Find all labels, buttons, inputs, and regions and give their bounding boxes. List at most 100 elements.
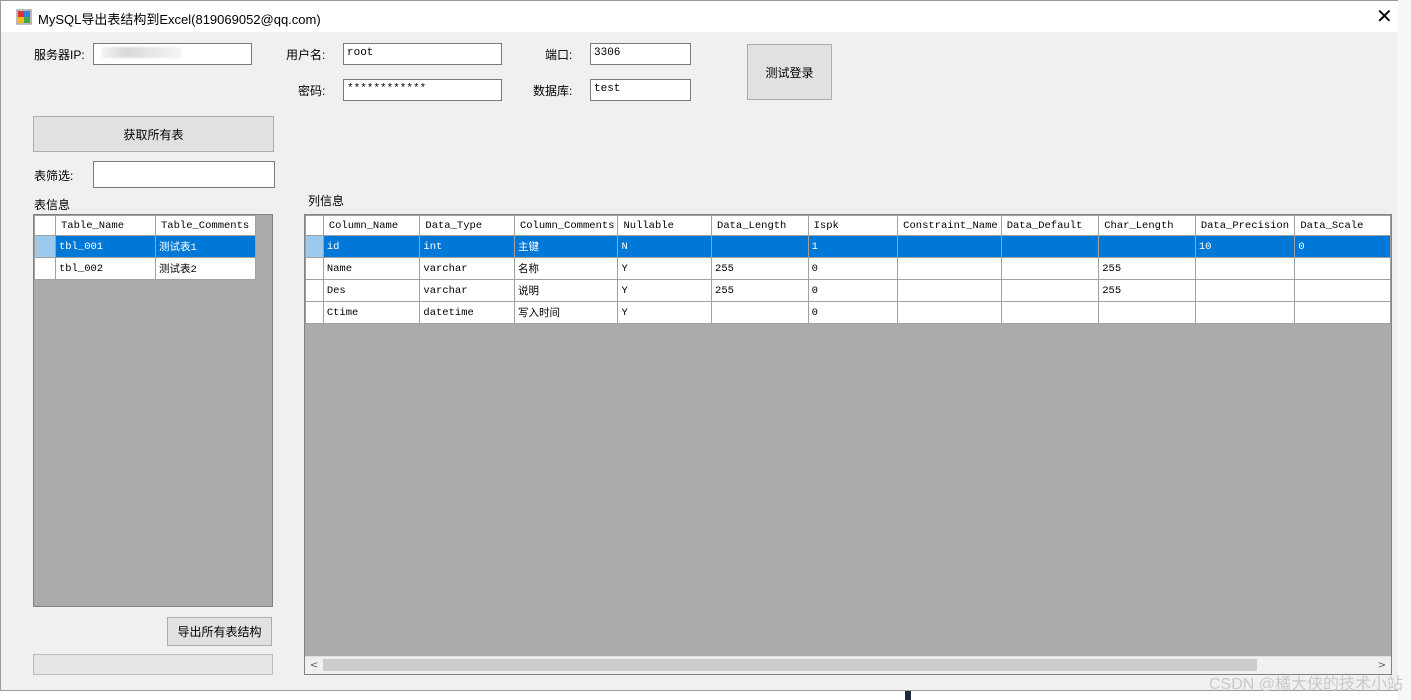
test-login-button[interactable]: 测试登录 [747, 44, 832, 100]
row-header[interactable] [305, 301, 324, 324]
table-cell[interactable] [1294, 301, 1391, 324]
table-cell[interactable] [1294, 257, 1391, 280]
table-cell[interactable]: 10 [1194, 235, 1296, 258]
background-strip [1398, 0, 1411, 700]
column-header[interactable]: Data_Default [1000, 215, 1100, 236]
row-header[interactable] [305, 279, 324, 302]
table-cell[interactable]: 写入时间 [513, 301, 619, 324]
column-header[interactable]: Char_Length [1098, 215, 1196, 236]
columns-table[interactable]: Column_Name Data_Type Column_Comments Nulla… [305, 215, 1391, 324]
table-cell[interactable]: id [322, 235, 421, 258]
tables-grid[interactable]: Table_Name Table_Comments tbl_001 测试表1 tbl_… [33, 214, 273, 607]
table-cell[interactable]: tbl_002 [55, 257, 156, 280]
table-cell[interactable]: Name [322, 257, 421, 280]
table-cell[interactable]: Y [617, 257, 713, 280]
table-cell[interactable] [1194, 279, 1296, 302]
table-cell[interactable]: 0 [807, 257, 899, 280]
password-input[interactable]: ************ [343, 79, 502, 101]
scroll-thumb[interactable] [323, 659, 1257, 671]
column-header[interactable]: Constraint_Name [897, 215, 1002, 236]
table-cell[interactable]: 0 [807, 279, 899, 302]
column-header[interactable]: Column_Comments [513, 215, 619, 236]
table-cell[interactable]: 0 [807, 301, 899, 324]
column-header[interactable]: Data_Scale [1294, 215, 1391, 236]
table-cell[interactable] [1000, 279, 1100, 302]
table-cell[interactable] [897, 235, 1002, 258]
watermark: CSDN @橘大侠的技术小站 [1208, 676, 1403, 693]
table-cell[interactable] [711, 301, 809, 324]
table-cell[interactable]: 测试表1 [155, 235, 256, 258]
column-header[interactable]: Data_Precision [1194, 215, 1296, 236]
table-filter-label: 表筛选: [34, 169, 74, 183]
table-cell[interactable] [1000, 301, 1100, 324]
table-row[interactable]: tbl_001 测试表1 [34, 235, 256, 258]
table-cell[interactable]: Y [617, 301, 713, 324]
table-row[interactable]: Des varchar 说明 Y 255 0 255 [305, 279, 1391, 302]
database-input[interactable]: test [590, 79, 691, 101]
table-cell[interactable] [897, 279, 1002, 302]
scroll-left-icon[interactable]: < [307, 659, 321, 673]
table-cell[interactable]: varchar [419, 257, 515, 280]
username-input[interactable]: root [343, 43, 502, 65]
column-header[interactable]: Table_Name [55, 215, 156, 236]
table-cell[interactable]: varchar [419, 279, 515, 302]
column-header[interactable]: Data_Type [419, 215, 515, 236]
table-cell[interactable]: 测试表2 [155, 257, 256, 280]
table-cell[interactable]: tbl_001 [55, 235, 156, 258]
table-cell[interactable]: 255 [1098, 279, 1196, 302]
table-cell[interactable]: 255 [1098, 257, 1196, 280]
table-cell[interactable] [1194, 257, 1296, 280]
table-cell[interactable]: Ctime [322, 301, 421, 324]
column-header[interactable]: Nullable [617, 215, 713, 236]
row-header[interactable] [34, 257, 56, 280]
table-cell[interactable] [1294, 279, 1391, 302]
row-header[interactable] [305, 235, 324, 258]
table-cell[interactable]: Des [322, 279, 421, 302]
table-cell[interactable] [1000, 235, 1100, 258]
table-cell[interactable]: datetime [419, 301, 515, 324]
table-cell[interactable]: 255 [711, 257, 809, 280]
table-row[interactable]: tbl_002 测试表2 [34, 257, 256, 280]
table-cell[interactable]: 名称 [513, 257, 619, 280]
row-header-corner[interactable] [305, 215, 324, 236]
get-all-tables-button[interactable]: 获取所有表 [33, 116, 274, 152]
table-cell[interactable]: 1 [807, 235, 899, 258]
username-label: 用户名: [286, 48, 326, 62]
table-cell[interactable] [897, 301, 1002, 324]
progress-bar [33, 654, 273, 675]
window-title: MySQL导出表结构到Excel(819069052@qq.com) [38, 12, 321, 27]
table-cell[interactable] [897, 257, 1002, 280]
table-cell[interactable]: 说明 [513, 279, 619, 302]
table-cell[interactable]: Y [617, 279, 713, 302]
table-cell[interactable] [1000, 257, 1100, 280]
table-cell[interactable] [1194, 301, 1296, 324]
column-header[interactable]: Table_Comments [155, 215, 256, 236]
close-icon[interactable]: ✕ [1376, 6, 1393, 26]
table-row[interactable]: Name varchar 名称 Y 255 0 255 [305, 257, 1391, 280]
table-cell[interactable]: 0 [1294, 235, 1391, 258]
table-cell[interactable]: 主键 [513, 235, 619, 258]
redacted-ip [102, 47, 182, 58]
server-ip-input[interactable] [93, 43, 252, 65]
table-row[interactable]: Ctime datetime 写入时间 Y 0 [305, 301, 1391, 324]
export-all-structures-button[interactable]: 导出所有表结构 [167, 617, 272, 646]
port-input[interactable]: 3306 [590, 43, 691, 65]
column-header[interactable]: Ispk [807, 215, 899, 236]
table-cell[interactable]: N [617, 235, 713, 258]
table-row[interactable]: id int 主键 N 1 10 0 [305, 235, 1391, 258]
table-filter-input[interactable] [93, 161, 275, 188]
password-label: 密码: [298, 84, 326, 98]
columns-section-label: 列信息 [308, 194, 345, 208]
row-header-corner[interactable] [34, 215, 56, 236]
column-header[interactable]: Data_Length [711, 215, 809, 236]
table-cell[interactable] [1098, 235, 1196, 258]
columns-grid[interactable]: Column_Name Data_Type Column_Comments Nulla… [304, 214, 1392, 675]
row-header[interactable] [305, 257, 324, 280]
column-header[interactable]: Column_Name [322, 215, 421, 236]
table-cell[interactable]: int [419, 235, 515, 258]
table-cell[interactable] [711, 235, 809, 258]
tables-table[interactable]: Table_Name Table_Comments tbl_001 测试表1 tbl_… [34, 215, 256, 280]
row-header[interactable] [34, 235, 56, 258]
table-cell[interactable] [1098, 301, 1196, 324]
table-cell[interactable]: 255 [711, 279, 809, 302]
